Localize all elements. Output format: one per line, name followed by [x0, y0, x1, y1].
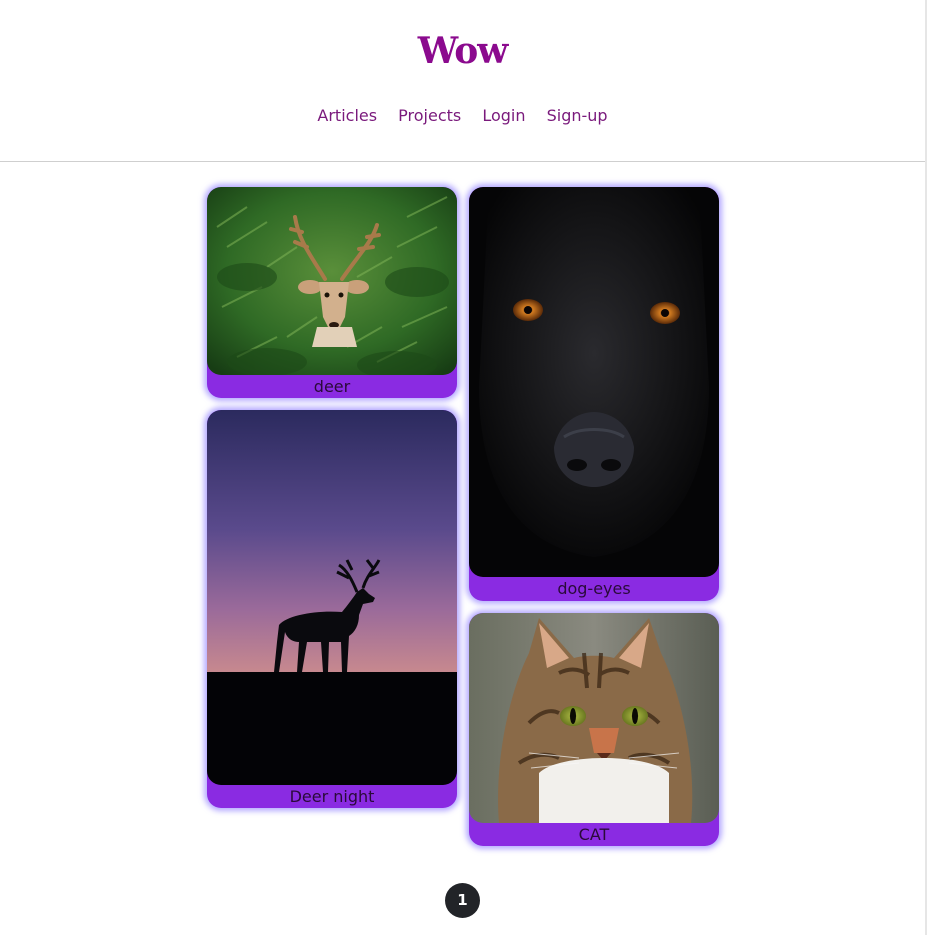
site-header: Wow Articles Projects Login Sign-up: [0, 0, 925, 162]
nav-link-projects[interactable]: Projects: [398, 106, 461, 125]
nav-link-articles[interactable]: Articles: [317, 106, 377, 125]
gallery-card[interactable]: Deer night: [207, 410, 457, 808]
card-caption: dog-eyes: [557, 579, 631, 598]
site-logo[interactable]: Wow: [0, 30, 925, 72]
main-nav: Articles Projects Login Sign-up: [0, 106, 925, 125]
pagination-page-1[interactable]: 1: [445, 883, 480, 918]
gallery-card[interactable]: deer: [207, 187, 457, 398]
cat-image: [469, 613, 719, 823]
deer-night-image: [207, 410, 457, 785]
nav-link-signup[interactable]: Sign-up: [547, 106, 608, 125]
deer-image: [207, 187, 457, 375]
card-caption: deer: [313, 377, 351, 396]
gallery-card[interactable]: CAT: [469, 613, 719, 846]
dog-eyes-image: [469, 187, 719, 577]
gallery-card[interactable]: dog-eyes: [469, 187, 719, 601]
card-caption: Deer night: [289, 787, 375, 806]
card-caption: CAT: [578, 825, 610, 844]
nav-link-login[interactable]: Login: [482, 106, 525, 125]
